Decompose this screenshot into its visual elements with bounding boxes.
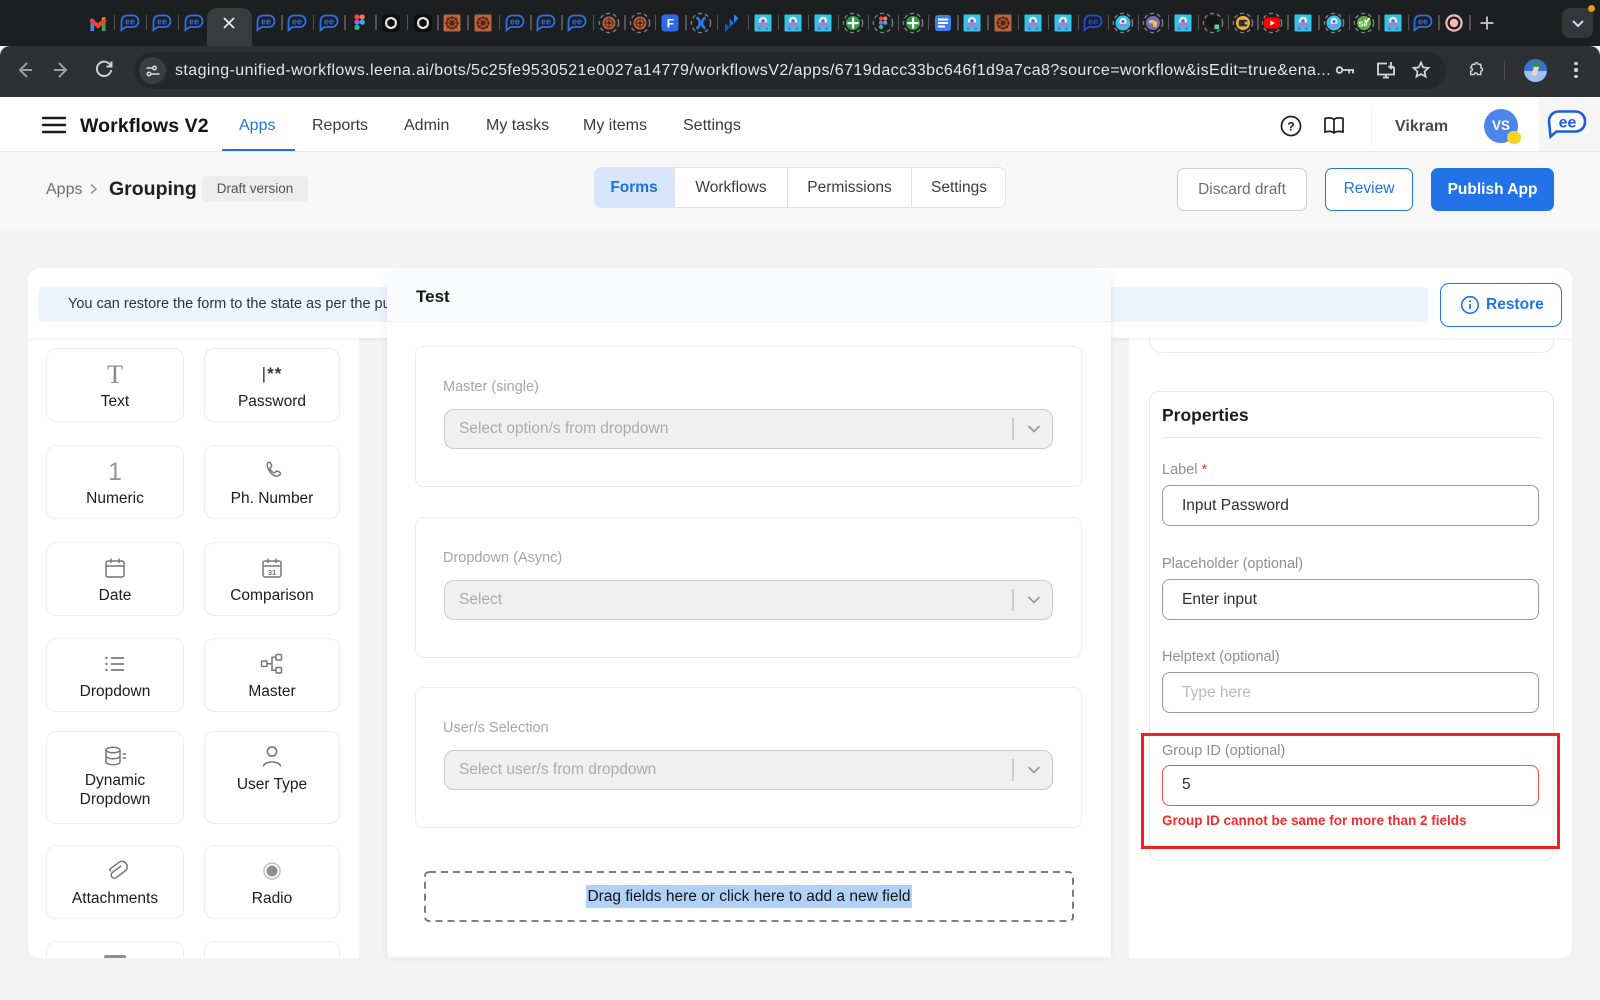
svg-text:ee: ee — [572, 16, 582, 26]
svg-text:ee: ee — [1088, 16, 1098, 26]
svg-text:ee: ee — [292, 16, 302, 26]
svg-text:ee: ee — [125, 16, 135, 26]
svg-text:ee: ee — [510, 16, 520, 26]
svg-text:31: 31 — [268, 568, 276, 577]
svg-text:ee: ee — [157, 16, 167, 26]
svg-text:ee: ee — [189, 16, 199, 26]
svg-text:F: F — [667, 17, 674, 31]
svg-text:ee: ee — [261, 16, 271, 26]
svg-text:?: ? — [1287, 119, 1294, 133]
svg-text:ee: ee — [324, 16, 334, 26]
svg-text:ee: ee — [1418, 16, 1428, 26]
svg-text:ee: ee — [1559, 115, 1577, 132]
svg-text:ee: ee — [541, 16, 551, 26]
